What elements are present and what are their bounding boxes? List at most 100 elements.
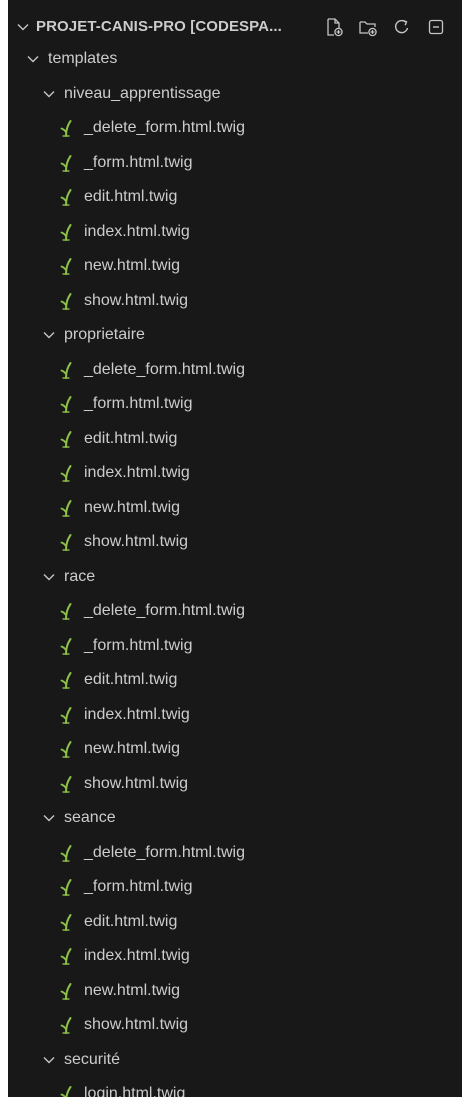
new-file-button[interactable]: [322, 15, 346, 39]
file-row[interactable]: new.html.twig: [8, 491, 462, 526]
file-row[interactable]: _form.html.twig: [8, 387, 462, 422]
twig-file-icon: [60, 465, 72, 483]
twig-file-icon: [60, 982, 72, 1000]
refresh-button[interactable]: [390, 15, 414, 39]
folder-row[interactable]: niveau_apprentissage: [8, 77, 462, 112]
chevron-down-icon: [43, 573, 55, 581]
file-row[interactable]: new.html.twig: [8, 249, 462, 284]
file-row[interactable]: index.html.twig: [8, 939, 462, 974]
chevron-down-icon: [27, 56, 39, 63]
file-label: show.html.twig: [84, 774, 189, 792]
twig-file-icon: [60, 775, 72, 793]
twig-file-icon: [60, 499, 72, 517]
twig-file-icon: [60, 361, 72, 379]
file-label: edit.html.twig: [84, 429, 178, 447]
file-label: index.html.twig: [84, 464, 190, 482]
file-label: index.html.twig: [84, 222, 190, 240]
file-row[interactable]: login.html.twig: [8, 1077, 462, 1097]
twig-file-icon: [60, 706, 72, 724]
file-row[interactable]: edit.html.twig: [8, 422, 462, 457]
file-label: new.html.twig: [84, 981, 181, 999]
file-row[interactable]: edit.html.twig: [8, 905, 462, 940]
twig-file-icon: [60, 430, 72, 448]
file-label: edit.html.twig: [84, 912, 178, 930]
new-folder-icon: [359, 21, 377, 37]
folder-label: templates: [48, 50, 118, 68]
file-row[interactable]: _form.html.twig: [8, 870, 462, 905]
file-row[interactable]: new.html.twig: [8, 974, 462, 1009]
chevron-down-icon: [43, 332, 55, 339]
twig-file-icon: [60, 154, 72, 172]
file-label: show.html.twig: [84, 1016, 189, 1034]
twig-file-icon: [60, 396, 72, 414]
file-label: new.html.twig: [84, 257, 181, 275]
refresh-icon: [394, 19, 409, 34]
file-row[interactable]: index.html.twig: [8, 456, 462, 491]
folder-label: seance: [64, 809, 116, 827]
folder-row-templates[interactable]: templates: [8, 42, 462, 77]
twig-file-icon: [60, 603, 72, 621]
twig-file-icon: [60, 637, 72, 655]
twig-file-icon: [60, 879, 72, 897]
new-folder-button[interactable]: [356, 15, 380, 39]
file-label: _delete_form.html.twig: [84, 119, 245, 137]
file-label: _form.html.twig: [84, 878, 193, 896]
chevron-down-icon[interactable]: [16, 20, 30, 34]
file-row[interactable]: _delete_form.html.twig: [8, 836, 462, 871]
file-row[interactable]: show.html.twig: [8, 767, 462, 802]
explorer-actions: [322, 15, 448, 39]
explorer-title: PROJET-CANIS-PRO [CODESPA...: [36, 18, 282, 35]
chevron-down-icon: [43, 815, 55, 822]
folder-row[interactable]: seance: [8, 801, 462, 836]
file-label: _delete_form.html.twig: [84, 602, 245, 620]
file-label: login.html.twig: [84, 1085, 186, 1097]
folder-row[interactable]: securité: [8, 1043, 462, 1078]
file-row[interactable]: _delete_form.html.twig: [8, 111, 462, 146]
file-row[interactable]: edit.html.twig: [8, 663, 462, 698]
new-file-icon: [327, 18, 343, 37]
file-row[interactable]: _form.html.twig: [8, 146, 462, 181]
twig-file-icon: [60, 844, 72, 862]
twig-file-icon: [60, 189, 72, 207]
twig-file-icon: [60, 1086, 72, 1097]
twig-file-icon: [60, 672, 72, 690]
file-tree: templates niveau_apprentissage _delete_for…: [8, 42, 462, 1097]
file-row[interactable]: _delete_form.html.twig: [8, 594, 462, 629]
chevron-down-icon: [43, 90, 55, 98]
file-row[interactable]: edit.html.twig: [8, 180, 462, 215]
twig-file-icon: [60, 120, 72, 138]
file-label: show.html.twig: [84, 291, 189, 309]
file-row[interactable]: show.html.twig: [8, 1008, 462, 1043]
collapse-all-button[interactable]: [424, 15, 448, 39]
file-label: _form.html.twig: [84, 153, 193, 171]
folder-row[interactable]: race: [8, 560, 462, 595]
folder-label: niveau_apprentissage: [64, 84, 221, 102]
twig-file-icon: [60, 292, 72, 310]
collapse-all-icon: [428, 19, 444, 35]
file-label: edit.html.twig: [84, 188, 178, 206]
folder-row[interactable]: proprietaire: [8, 318, 462, 353]
folder-label: proprietaire: [64, 326, 145, 344]
explorer-panel: PROJET-CANIS-PRO [CODESPA... templates n…: [8, 0, 462, 1097]
file-row[interactable]: show.html.twig: [8, 525, 462, 560]
twig-file-icon: [60, 534, 72, 552]
file-row[interactable]: new.html.twig: [8, 732, 462, 767]
file-row[interactable]: index.html.twig: [8, 698, 462, 733]
file-label: _form.html.twig: [84, 636, 193, 654]
file-row[interactable]: _form.html.twig: [8, 629, 462, 664]
file-label: index.html.twig: [84, 947, 190, 965]
chevron-down-icon: [43, 1056, 55, 1064]
file-row[interactable]: _delete_form.html.twig: [8, 353, 462, 388]
file-label: new.html.twig: [84, 740, 181, 758]
file-label: _delete_form.html.twig: [84, 843, 245, 861]
file-label: edit.html.twig: [84, 671, 178, 689]
twig-file-icon: [60, 913, 72, 931]
file-label: index.html.twig: [84, 705, 190, 723]
file-label: show.html.twig: [84, 533, 189, 551]
twig-file-icon: [60, 1017, 72, 1035]
twig-file-icon: [60, 223, 72, 241]
folder-label: securité: [64, 1050, 121, 1068]
file-row[interactable]: show.html.twig: [8, 284, 462, 319]
file-label: new.html.twig: [84, 498, 181, 516]
file-row[interactable]: index.html.twig: [8, 215, 462, 250]
